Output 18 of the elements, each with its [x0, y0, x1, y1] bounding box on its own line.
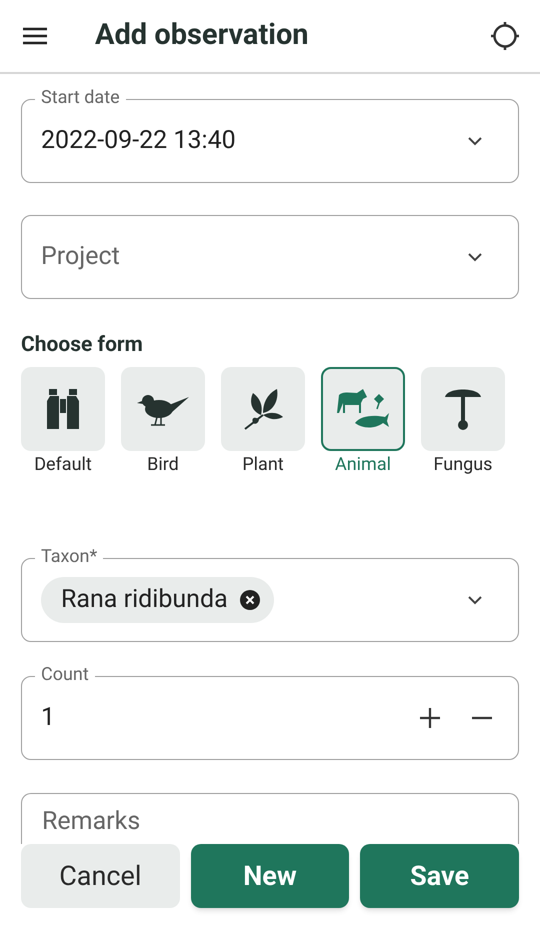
- chevron-down-icon[interactable]: [467, 595, 483, 605]
- date-value: 2022-09-22 13:40: [41, 125, 237, 158]
- remove-icon[interactable]: [240, 590, 260, 610]
- project-placeholder: Project: [41, 241, 121, 274]
- plus-icon[interactable]: [419, 707, 441, 729]
- remarks-placeholder: Remarks: [42, 807, 140, 836]
- crosshair-icon[interactable]: [490, 21, 520, 51]
- taxon-chip[interactable]: Rana ridibunda: [41, 577, 274, 623]
- chevron-down-icon[interactable]: [467, 136, 483, 146]
- page-title: Add observation: [95, 17, 309, 54]
- secondary-button[interactable]: Cancel: [21, 844, 180, 908]
- count-value: 1: [41, 702, 56, 734]
- primary-button[interactable]: New: [190, 844, 350, 908]
- project-field[interactable]: Project: [21, 215, 519, 299]
- chevron-down-icon[interactable]: [467, 252, 483, 262]
- menu-icon[interactable]: [22, 26, 48, 46]
- section-heading: Choose form: [21, 332, 144, 359]
- primary-button[interactable]: Save: [360, 844, 519, 908]
